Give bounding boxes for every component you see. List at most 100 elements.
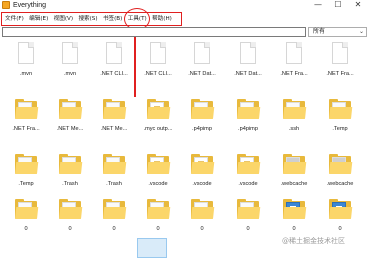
file-item[interactable]: 0 [4, 193, 48, 233]
title-bar: Everything — ☐ ✕ [0, 0, 368, 11]
file-label: .NET Fra... [326, 71, 354, 77]
file-icon [194, 42, 210, 64]
file-item[interactable]: .NET Me... [48, 93, 92, 133]
selected-item[interactable] [137, 238, 167, 258]
file-item[interactable]: .vscode [226, 148, 270, 188]
file-label: .NET Me... [100, 126, 128, 132]
file-label: .NET Dat... [188, 71, 216, 77]
file-item[interactable]: .vscode [180, 148, 224, 188]
file-item[interactable]: .Temp [318, 93, 362, 133]
folder-icon [283, 199, 307, 219]
file-item[interactable]: .NET Dat... [180, 38, 224, 78]
file-label: 0 [246, 226, 250, 232]
file-item[interactable]: .NET Fra... [272, 38, 316, 78]
file-label: .myc outp... [143, 126, 173, 132]
file-label: .vscode [192, 181, 212, 187]
folder-icon [15, 199, 39, 219]
file-item[interactable]: 0 [48, 193, 92, 233]
folder-icon [15, 99, 39, 119]
menu-search[interactable]: 搜索(S) [77, 13, 98, 25]
file-icon [150, 42, 166, 64]
file-label: 0 [68, 226, 72, 232]
folder-icon [103, 154, 127, 174]
file-item[interactable]: .Temp [4, 148, 48, 188]
file-label: .NET Me... [56, 126, 84, 132]
file-item[interactable]: .NET Dat... [226, 38, 270, 78]
file-item[interactable]: 0 [136, 193, 180, 233]
file-icon [18, 42, 34, 64]
folder-icon [147, 154, 171, 174]
file-item[interactable]: 0 [92, 193, 136, 233]
menu-bookmarks[interactable]: 书签(B) [102, 13, 123, 25]
file-label: .NET CLI... [100, 71, 128, 77]
file-item[interactable]: .NET Me... [92, 93, 136, 133]
file-item[interactable]: .Trash [92, 148, 136, 188]
file-item[interactable]: .myc outp... [136, 93, 180, 133]
file-icon [240, 42, 256, 64]
file-label: .Temp [332, 126, 348, 132]
file-item[interactable]: .ssh [272, 93, 316, 133]
menu-file[interactable]: 文件(F) [4, 13, 25, 25]
file-icon [62, 42, 78, 64]
file-item[interactable]: .NET CLI... [92, 38, 136, 78]
file-label: .vscode [148, 181, 168, 187]
file-label: 0 [338, 226, 342, 232]
file-item[interactable]: .p4pimp [180, 93, 224, 133]
file-label: 0 [156, 226, 160, 232]
file-item[interactable]: .mvn [4, 38, 48, 78]
folder-icon [147, 99, 171, 119]
folder-icon [237, 199, 261, 219]
file-label: .mvn [19, 71, 33, 77]
file-label: .mvn [63, 71, 77, 77]
file-item[interactable]: 0 [226, 193, 270, 233]
file-item[interactable]: .NET CLI... [136, 38, 180, 78]
filter-dropdown[interactable]: 所有 ⌄ [308, 27, 367, 37]
file-label: .NET CLI... [144, 71, 172, 77]
folder-icon [15, 154, 39, 174]
file-label: .Temp [18, 181, 34, 187]
file-item[interactable]: .webcache [318, 148, 362, 188]
close-button[interactable]: ✕ [348, 0, 368, 11]
file-label: .p4pimp [192, 126, 212, 132]
folder-icon [103, 199, 127, 219]
file-icon [332, 42, 348, 64]
file-item[interactable]: 0 [272, 193, 316, 233]
file-label: .Trash [62, 181, 78, 187]
folder-icon [191, 99, 215, 119]
file-icon [286, 42, 302, 64]
file-item[interactable]: 0 [180, 193, 224, 233]
search-input[interactable] [2, 27, 306, 37]
folder-icon [191, 199, 215, 219]
file-item[interactable]: 0 [318, 193, 362, 233]
file-item[interactable]: .mvn [48, 38, 92, 78]
file-item[interactable]: .webcache [272, 148, 316, 188]
file-label: .webcache [280, 181, 308, 187]
menu-edit[interactable]: 编辑(E) [28, 13, 49, 25]
file-label: 0 [292, 226, 296, 232]
file-icon [106, 42, 122, 64]
file-label: .ssh [288, 126, 300, 132]
folder-icon [329, 99, 353, 119]
folder-icon [283, 154, 307, 174]
folder-icon [147, 199, 171, 219]
file-item[interactable]: .NET Fra... [4, 93, 48, 133]
file-item[interactable]: .Trash [48, 148, 92, 188]
folder-icon [329, 154, 353, 174]
menu-bar: 文件(F) 编辑(E) 视图(V) 搜索(S) 书签(B) 工具(T) 帮助(H) [1, 12, 182, 26]
folder-icon [59, 99, 83, 119]
filter-value: 所有 [313, 28, 326, 35]
file-label: .p4pimp [238, 126, 258, 132]
folder-icon [237, 99, 261, 119]
minimize-button[interactable]: — [308, 0, 328, 11]
file-label: .NET Fra... [280, 71, 308, 77]
menu-help[interactable]: 帮助(H) [151, 13, 173, 25]
maximize-button[interactable]: ☐ [328, 0, 348, 11]
app-icon [2, 1, 10, 9]
file-label: 0 [112, 226, 116, 232]
folder-icon [191, 154, 215, 174]
file-item[interactable]: .NET Fra... [318, 38, 362, 78]
file-item[interactable]: .vscode [136, 148, 180, 188]
file-label: .vscode [238, 181, 258, 187]
file-item[interactable]: .p4pimp [226, 93, 270, 133]
menu-view[interactable]: 视图(V) [53, 13, 74, 25]
